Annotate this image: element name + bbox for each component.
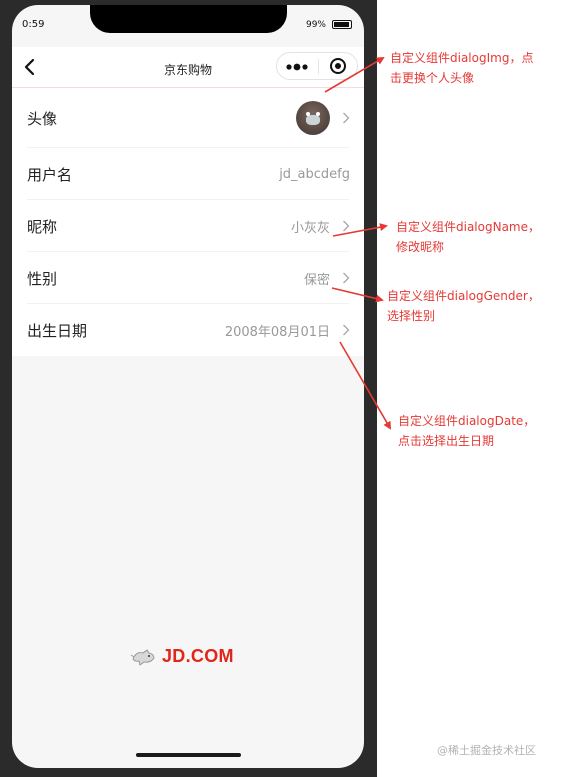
close-miniprogram-icon[interactable] (330, 58, 346, 74)
annotation-line: 击更换个人头像 (390, 71, 475, 85)
capsule-divider (318, 59, 319, 74)
row-label: 昵称 (27, 217, 58, 236)
profile-list: 头像 用户名 jd_abcdefg 昵称 小灰灰 性别 保密 出生日期 2008… (12, 88, 364, 356)
annotation-line: 选择性别 (387, 309, 436, 323)
annotation-line: 点击选择出生日期 (398, 434, 495, 448)
jd-dog-icon (130, 649, 155, 666)
battery-icon (332, 20, 352, 29)
status-time: 0:59 (22, 19, 45, 30)
annotation-line: 自定义组件dialogGender， (387, 289, 540, 303)
capsule-menu (276, 52, 358, 80)
row-label: 出生日期 (27, 321, 88, 340)
notch (90, 5, 287, 33)
row-nickname[interactable]: 昵称 小灰灰 (12, 200, 364, 252)
annotation-line: 自定义组件dialogName， (396, 220, 541, 234)
phone-screen: 0:59 99% 京东购物 头像 用户名 jd_abcdefg 昵称 小灰灰 性… (12, 5, 364, 768)
avatar[interactable] (296, 101, 330, 135)
row-avatar[interactable]: 头像 (12, 88, 364, 148)
annotation-avatar: 自定义组件dialogImg，点 击更换个人头像 (390, 48, 533, 88)
annotation-line: 修改昵称 (396, 240, 445, 254)
watermark: @稀土掘金技术社区 (437, 744, 536, 757)
row-username: 用户名 jd_abcdefg (12, 148, 364, 200)
annotation-line: 自定义组件dialogDate， (398, 414, 536, 428)
jd-logo: JD.COM (130, 645, 234, 667)
status-battery: 99% (305, 20, 326, 30)
chevron-right-icon (343, 220, 350, 232)
navbar: 京东购物 (12, 47, 364, 88)
jd-logo-text: JD.COM (162, 645, 234, 666)
avatar-eye (306, 112, 310, 116)
annotation-gender: 自定义组件dialogGender， 选择性别 (387, 286, 540, 326)
username-value: jd_abcdefg (279, 166, 350, 182)
chevron-right-icon (343, 112, 350, 124)
gender-value: 保密 (303, 272, 330, 288)
row-label: 头像 (27, 109, 58, 128)
annotation-birthday: 自定义组件dialogDate， 点击选择出生日期 (398, 411, 535, 451)
row-label: 用户名 (27, 165, 73, 184)
chevron-right-icon (343, 272, 350, 284)
annotation-line: 自定义组件dialogImg，点 (390, 51, 534, 65)
avatar-face (306, 115, 320, 125)
nickname-value: 小灰灰 (290, 220, 330, 236)
row-label: 性别 (27, 269, 58, 288)
row-gender[interactable]: 性别 保密 (12, 252, 364, 304)
home-indicator (136, 753, 241, 757)
birthday-value: 2008年08月01日 (224, 324, 330, 340)
annotation-nickname: 自定义组件dialogName， 修改昵称 (396, 217, 540, 257)
row-birthday[interactable]: 出生日期 2008年08月01日 (12, 304, 364, 356)
chevron-right-icon (343, 324, 350, 336)
more-icon[interactable] (285, 60, 311, 74)
avatar-eye (316, 112, 320, 116)
